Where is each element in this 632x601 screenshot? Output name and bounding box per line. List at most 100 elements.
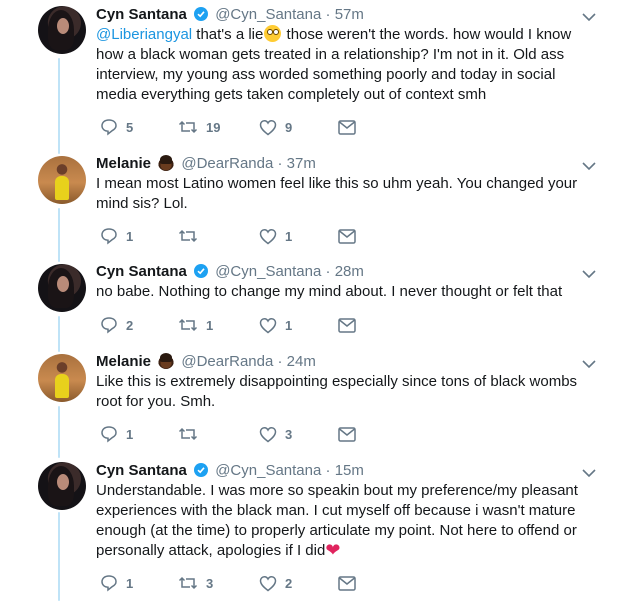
chevron-down-icon[interactable] [582, 359, 596, 369]
reply-count: 1 [126, 228, 134, 244]
tweet-actions: 5 19 9 [96, 117, 376, 137]
tweet[interactable]: Cyn Santana @Cyn_Santana · 28m no babe. … [0, 258, 632, 348]
envelope-icon [338, 317, 356, 333]
retweet-icon [178, 576, 198, 590]
tweet[interactable]: Melanie @DearRanda · 37m I mean most Lat… [0, 150, 632, 258]
reply-count: 2 [126, 317, 134, 333]
heart-icon [259, 228, 277, 244]
message-button[interactable] [338, 117, 356, 137]
retweet-count: 1 [206, 317, 214, 333]
avatar[interactable] [38, 156, 86, 204]
like-button[interactable]: 9 [259, 117, 292, 137]
heart-icon [259, 119, 277, 135]
author-handle[interactable]: @DearRanda [181, 353, 273, 370]
author-name[interactable]: Melanie [96, 353, 151, 370]
verified-badge-icon [194, 7, 209, 21]
avatar[interactable] [38, 6, 86, 54]
envelope-icon [338, 228, 356, 244]
reply-button[interactable]: 1 [100, 424, 133, 444]
author-handle[interactable]: @DearRanda [181, 155, 273, 172]
timestamp[interactable]: 24m [287, 353, 316, 370]
like-count: 3 [285, 426, 293, 442]
reply-icon [101, 228, 117, 245]
reply-button[interactable]: 1 [100, 226, 133, 246]
mention-link[interactable]: @Liberiangyal [96, 26, 192, 43]
chevron-down-icon[interactable] [582, 161, 596, 171]
like-count: 2 [285, 575, 293, 591]
envelope-icon [338, 426, 356, 442]
reply-button[interactable]: 5 [100, 117, 133, 137]
reply-button[interactable]: 2 [100, 315, 133, 335]
tweet-actions: 2 1 1 [96, 315, 376, 335]
retweet-icon [178, 229, 198, 243]
heart-icon [259, 575, 277, 591]
reply-button[interactable]: 1 [100, 573, 133, 593]
tweet[interactable]: Cyn Santana @Cyn_Santana · 15m Understan… [0, 456, 632, 601]
like-count: 9 [285, 119, 293, 135]
retweet-icon [178, 120, 198, 134]
retweet-button[interactable] [178, 424, 206, 444]
tweet-actions: 1 3 [96, 424, 376, 444]
avatar[interactable] [38, 264, 86, 312]
envelope-icon [338, 575, 356, 591]
tweet-text: Like this is extremely disappointing esp… [96, 373, 578, 410]
woman-emoji-icon [158, 155, 175, 171]
tweet-text: no babe. Nothing to change my mind about… [96, 283, 563, 300]
reply-icon [101, 575, 117, 592]
author-name[interactable]: Cyn Santana [96, 462, 187, 479]
author-name[interactable]: Cyn Santana [96, 6, 187, 23]
message-button[interactable] [338, 226, 356, 246]
woman-emoji-icon [158, 353, 175, 369]
tweet[interactable]: Cyn Santana @Cyn_Santana · 57m @Liberian… [0, 0, 632, 150]
chevron-down-icon[interactable] [582, 468, 596, 478]
retweet-count: 19 [206, 119, 221, 135]
reply-icon [101, 119, 117, 136]
author-handle[interactable]: @Cyn_Santana [215, 462, 321, 479]
like-button[interactable]: 2 [259, 573, 292, 593]
heart-icon [259, 426, 277, 442]
tweet[interactable]: Melanie @DearRanda · 24m Like this is ex… [0, 348, 632, 456]
retweet-button[interactable]: 19 [178, 117, 220, 137]
reply-count: 5 [126, 119, 134, 135]
avatar[interactable] [38, 462, 86, 510]
reply-icon [101, 317, 117, 334]
tweet-actions: 1 1 [96, 226, 376, 246]
retweet-button[interactable] [178, 226, 206, 246]
timestamp[interactable]: 57m [335, 6, 364, 23]
chevron-down-icon[interactable] [582, 12, 596, 22]
avatar[interactable] [38, 354, 86, 402]
tweet-text: I mean most Latino women feel like this … [96, 175, 578, 212]
like-button[interactable]: 1 [259, 226, 292, 246]
retweet-count: 3 [206, 575, 214, 591]
retweet-icon [178, 318, 198, 332]
message-button[interactable] [338, 573, 356, 593]
like-count: 1 [285, 228, 293, 244]
message-button[interactable] [338, 424, 356, 444]
timestamp[interactable]: 37m [287, 155, 316, 172]
timestamp[interactable]: 28m [335, 263, 364, 280]
timestamp[interactable]: 15m [335, 462, 364, 479]
author-handle[interactable]: @Cyn_Santana [215, 6, 321, 23]
author-handle[interactable]: @Cyn_Santana [215, 263, 321, 280]
reply-count: 1 [126, 426, 134, 442]
heart-icon [259, 317, 277, 333]
red-heart-emoji-icon: ❤ [325, 540, 341, 560]
verified-badge-icon [194, 264, 209, 278]
envelope-icon [338, 119, 356, 135]
retweet-button[interactable]: 3 [178, 573, 213, 593]
eye-roll-emoji-icon [264, 25, 282, 42]
tweet-text: @Liberiangyal that's a lie those weren't… [96, 25, 572, 103]
like-count: 1 [285, 317, 293, 333]
message-button[interactable] [338, 315, 356, 335]
author-name[interactable]: Melanie [96, 155, 151, 172]
author-name[interactable]: Cyn Santana [96, 263, 187, 280]
retweet-button[interactable]: 1 [178, 315, 213, 335]
reply-count: 1 [126, 575, 134, 591]
tweet-actions: 1 3 2 [96, 573, 376, 593]
verified-badge-icon [194, 463, 209, 477]
chevron-down-icon[interactable] [582, 269, 596, 279]
like-button[interactable]: 3 [259, 424, 292, 444]
like-button[interactable]: 1 [259, 315, 292, 335]
tweet-text: Understandable. I was more so speakin bo… [96, 482, 578, 560]
reply-icon [101, 426, 117, 443]
